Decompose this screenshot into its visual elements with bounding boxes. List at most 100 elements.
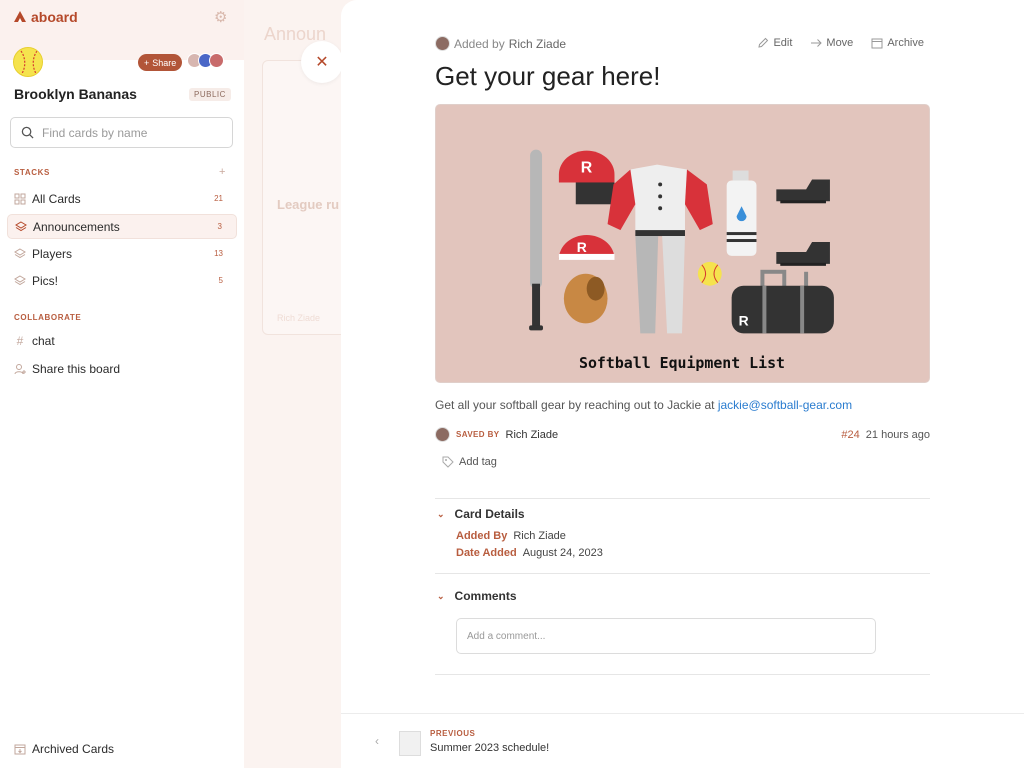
plus-icon: + — [144, 57, 150, 68]
sidebar-item-label: Pics! — [32, 273, 59, 288]
added-by-name: Rich Ziade — [508, 36, 567, 51]
search-icon — [21, 126, 34, 139]
add-stack-icon[interactable]: + — [219, 166, 225, 178]
tag-icon — [442, 456, 454, 468]
softball-icon — [697, 261, 722, 286]
sidebar-item-count: 5 — [218, 276, 223, 285]
stacks-section-label: STACKS — [14, 168, 50, 177]
sidebar-item-count: 13 — [214, 249, 223, 258]
saved-by-name: Rich Ziade — [505, 428, 559, 441]
archived-cards-link[interactable]: Archived Cards — [14, 742, 114, 756]
svg-text:R: R — [577, 239, 587, 255]
edit-button[interactable]: Edit — [757, 37, 792, 49]
team-avatars[interactable] — [187, 53, 224, 68]
background-stack-view: Announ League ru Rich Ziade — [244, 0, 344, 768]
background-card-title: League ru — [277, 197, 340, 212]
detail-key: Added By — [456, 530, 508, 542]
sidebar-item-chat[interactable]: # chat — [7, 328, 237, 353]
share-button[interactable]: + Share — [138, 54, 183, 71]
sidebar-item-label: chat — [32, 333, 55, 348]
saved-by-label: SAVED BY — [456, 430, 500, 439]
softball-equipment-illustration: R R R Softball Equipment List — [436, 105, 929, 382]
close-button[interactable]: ✕ — [301, 41, 343, 83]
comment-input[interactable] — [467, 630, 847, 642]
archive-label: Archive — [887, 37, 924, 49]
email-link[interactable]: jackie@softball-gear.com — [718, 398, 852, 412]
app-logo[interactable]: aboard — [13, 9, 78, 25]
chevron-down-icon: ⌄ — [437, 508, 445, 519]
add-tag-label: Add tag — [459, 456, 497, 468]
saved-by-row: SAVED BY Rich Ziade — [435, 427, 558, 442]
softball-icon — [14, 48, 42, 76]
previous-card-link[interactable]: Summer 2023 schedule! — [430, 742, 549, 754]
sidebar-item-pics[interactable]: Pics! 5 — [7, 268, 237, 293]
close-icon: ✕ — [315, 54, 329, 71]
sidebar-item-label: Announcements — [33, 219, 120, 234]
sidebar-item-count: 3 — [217, 222, 222, 231]
layers-icon — [14, 274, 26, 287]
comments-heading: Comments — [454, 589, 517, 603]
gear-icon[interactable]: ⚙ — [214, 10, 230, 26]
search-input[interactable] — [42, 125, 212, 140]
sidebar-item-players[interactable]: Players 13 — [7, 241, 237, 266]
archived-cards-label: Archived Cards — [32, 742, 115, 756]
chevron-down-icon: ⌄ — [437, 590, 445, 601]
add-user-icon — [14, 363, 26, 375]
sidebar-item-label: Players — [32, 246, 73, 261]
move-button[interactable]: Move — [810, 37, 853, 49]
aboard-logo-icon — [14, 11, 26, 22]
card-details-toggle[interactable]: ⌄ Card Details — [437, 507, 525, 521]
grid-icon — [14, 193, 26, 205]
image-caption: Softball Equipment List — [579, 354, 785, 372]
author-avatar — [435, 36, 450, 51]
card-actions: Edit Move Archive — [757, 37, 924, 49]
sidebar-item-announcements[interactable]: Announcements 3 — [7, 214, 237, 239]
divider — [435, 573, 930, 574]
card-detail-panel: Added by Rich Ziade Edit Move Archive Ge… — [341, 0, 1024, 768]
card-image[interactable]: R R R Softball Equipment List — [435, 104, 930, 383]
comments-toggle[interactable]: ⌄ Comments — [437, 589, 517, 603]
detail-value: August 24, 2023 — [522, 547, 603, 559]
background-card-author: Rich Ziade — [277, 313, 321, 323]
divider — [435, 674, 930, 675]
visibility-badge: PUBLIC — [189, 88, 231, 101]
arrow-right-icon — [811, 39, 823, 47]
card-details-heading: Card Details — [454, 507, 525, 521]
app-logo-text: aboard — [31, 9, 78, 25]
added-by-row: Added by Rich Ziade — [435, 36, 566, 51]
card-number[interactable]: #24 — [841, 429, 859, 441]
sidebar-item-count: 21 — [214, 194, 223, 203]
collaborate-section-label: COLLABORATE — [14, 313, 82, 322]
background-card[interactable]: League ru Rich Ziade — [262, 60, 344, 335]
detail-key: Date Added — [456, 547, 517, 559]
archive-icon — [14, 744, 26, 755]
detail-date-added: Date Added August 24, 2023 — [456, 547, 603, 559]
divider — [435, 498, 930, 499]
previous-label: PREVIOUS — [430, 729, 476, 738]
search-box[interactable] — [10, 117, 233, 148]
sidebar: aboard ⚙ + Share Brooklyn Bananas PUBLIC… — [0, 0, 244, 768]
pencil-icon — [758, 37, 769, 48]
sidebar-item-all-cards[interactable]: All Cards 21 — [7, 186, 237, 211]
hash-icon: # — [16, 333, 24, 348]
archive-button[interactable]: Archive — [871, 37, 924, 49]
chevron-left-icon[interactable]: ‹ — [375, 734, 379, 748]
svg-text:R: R — [581, 160, 593, 177]
card-footer: ‹ PREVIOUS Summer 2023 schedule! — [341, 713, 1024, 768]
share-button-label: Share — [152, 57, 177, 68]
comment-box[interactable] — [456, 618, 876, 654]
water-bottle-icon — [726, 170, 757, 256]
member-avatar — [209, 53, 224, 68]
move-label: Move — [826, 37, 854, 49]
detail-added-by: Added By Rich Ziade — [456, 530, 566, 542]
add-tag-button[interactable]: Add tag — [442, 456, 497, 468]
previous-card-thumbnail[interactable] — [399, 731, 421, 756]
svg-text:R: R — [739, 312, 749, 328]
saver-avatar — [435, 427, 450, 442]
layers-icon — [15, 220, 27, 233]
sidebar-item-share-board[interactable]: Share this board — [7, 356, 237, 381]
added-by-prefix: Added by — [454, 36, 505, 51]
sidebar-item-label: Share this board — [32, 361, 121, 376]
card-title: Get your gear here! — [435, 61, 661, 91]
board-avatar[interactable] — [13, 47, 43, 77]
